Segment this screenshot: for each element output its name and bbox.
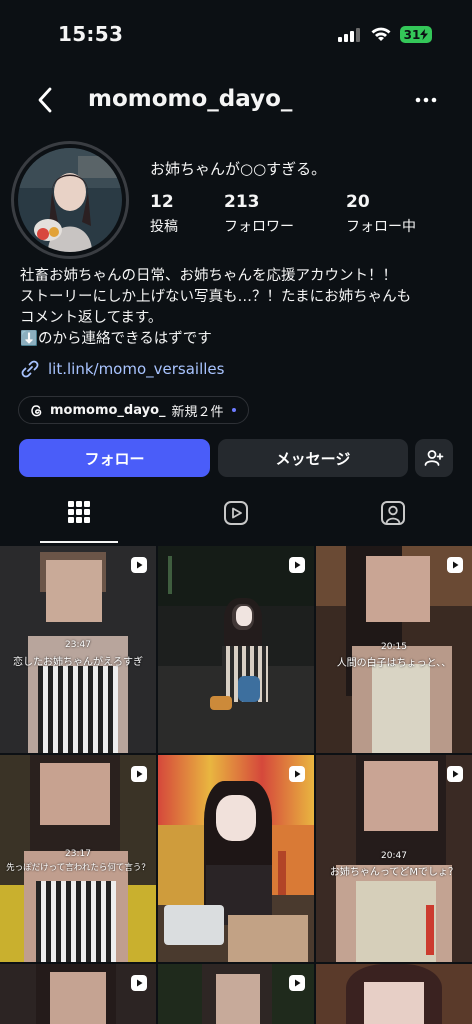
grid-post[interactable] [158,546,314,753]
tagged-icon [381,501,405,525]
reel-icon [289,975,305,991]
avatar-photo [18,148,122,252]
stat-posts-label: 投稿 [150,219,178,235]
grid-post[interactable]: 20:47 お姉ちゃんってどMでしょ？ [316,755,472,962]
tab-posts[interactable] [40,500,118,546]
grid-post[interactable]: 20:15 人間の白子はちょっと、、 [316,546,472,753]
threads-new-count: 新規２件 [171,404,224,420]
post-overlay-time: 23:47 [65,640,91,650]
grid-post[interactable] [158,755,314,962]
follow-button[interactable]: フォロー [19,439,210,477]
reel-icon [447,766,463,782]
reel-icon [447,557,463,573]
battery-level: 31 [403,27,421,42]
grid-post[interactable] [316,964,472,1024]
stat-following-label: フォロー中 [346,219,416,235]
active-tab-indicator [40,541,118,543]
reels-icon [224,501,248,525]
profile-link[interactable]: lit.link/momo_versailles [20,359,224,379]
post-overlay-time: 23:17 [65,849,91,859]
suggest-users-button[interactable] [415,439,453,477]
post-overlay-caption: 先っぽだけって言われたら何て言う？ [6,863,150,873]
back-arrow-icon[interactable] [34,86,58,114]
bio-line: ⬇️のから連絡できるはずです [20,331,212,347]
stat-following-count: 20 [346,192,370,212]
reel-icon [289,557,305,573]
grid-post[interactable] [158,964,314,1024]
grid-post[interactable]: 23:47 恋したお姉ちゃんがえろすぎ [0,546,156,753]
stat-followers-count: 213 [224,192,260,212]
stat-followers-label: フォロワー [224,219,294,235]
unread-dot [231,408,236,412]
wifi-icon [371,27,391,41]
stat-posts[interactable]: 12 投稿 [150,192,178,236]
link-icon [21,360,39,378]
add-user-icon [424,450,444,466]
message-button[interactable]: メッセージ [218,439,408,477]
threads-handle: momomo_dayo_ [50,402,166,418]
reel-icon [131,766,147,782]
post-overlay-time: 20:47 [381,851,407,861]
bio-line: コメント返してます。 [20,310,163,326]
cellular-signal-icon [338,28,360,42]
profile-username: momomo_dayo_ [88,86,293,112]
stat-posts-count: 12 [150,192,174,212]
stat-following[interactable]: 20 フォロー中 [346,192,416,236]
bio-line: ストーリーにしか上げない写真も…？！たまにお姉ちゃんも [20,289,412,305]
charging-bolt-icon [420,29,429,40]
post-overlay-caption: 恋したお姉ちゃんがえろすぎ [13,657,143,668]
battery-indicator: 31 [400,26,432,43]
display-name: お姉ちゃんが○○すぎる。 [150,160,327,178]
threads-icon [31,404,42,416]
post-overlay-caption: お姉ちゃんってどMでしょ？ [329,867,459,878]
stat-followers[interactable]: 213 フォロワー [224,192,294,236]
reel-icon [289,766,305,782]
grid-icon [68,501,90,523]
reel-icon [131,557,147,573]
profile-bio: 社畜お姉ちゃんの日常、お姉ちゃんを応援アカウント！！ ストーリーにしか上げない写… [20,266,460,350]
avatar[interactable] [11,141,129,259]
grid-post[interactable] [0,964,156,1024]
post-overlay-time: 20:15 [381,642,407,652]
status-time: 15:53 [58,22,124,46]
reel-icon [131,975,147,991]
grid-post[interactable]: 23:17 先っぽだけって言われたら何て言う？ [0,755,156,962]
tab-reels[interactable] [197,500,275,546]
threads-badge[interactable]: momomo_dayo_ 新規２件 [18,396,249,424]
post-overlay-caption: 人間の白子はちょっと、、 [336,658,452,669]
profile-link-text: lit.link/momo_versailles [48,360,225,378]
bio-line: 社畜お姉ちゃんの日常、お姉ちゃんを応援アカウント！！ [20,268,397,284]
more-options-icon[interactable] [414,96,438,104]
tab-tagged[interactable] [354,500,432,546]
